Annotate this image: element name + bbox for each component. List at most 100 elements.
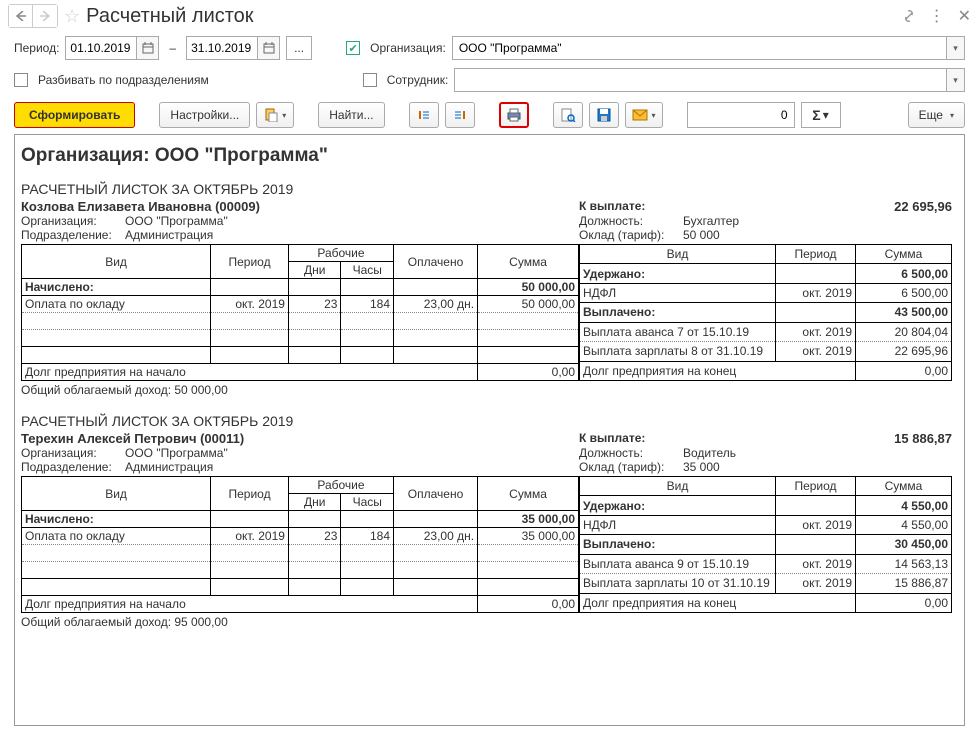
period-label: Период: [14, 41, 59, 55]
empty-row [22, 330, 579, 347]
title-actions: ⋮ ✕ [901, 6, 971, 26]
tax-income: Общий облагаемый доход: 50 000,00 [21, 381, 952, 399]
date-from-input[interactable] [66, 37, 136, 59]
payslip: РАСЧЕТНЫЙ ЛИСТОК ЗА ОКТЯБРЬ 2019 Козлова… [21, 181, 952, 399]
employee-dropdown[interactable]: ▾ [946, 69, 964, 91]
empty-row [22, 562, 579, 579]
email-button[interactable]: ▾ [625, 102, 663, 128]
payslip-title: РАСЧЕТНЫЙ ЛИСТОК ЗА ОКТЯБРЬ 2019 [21, 413, 952, 429]
report-scroll[interactable]: Организация: ООО "Программа" РАСЧЕТНЫЙ Л… [15, 135, 964, 725]
link-icon[interactable] [901, 8, 917, 24]
to-pay-label: К выплате: [579, 431, 709, 446]
org-dropdown[interactable]: ▾ [946, 37, 964, 59]
preview-button[interactable] [553, 102, 583, 128]
back-button[interactable] [9, 5, 33, 27]
org-input[interactable] [453, 37, 946, 59]
accrued-row: Оплата по окладуокт. 20192318423,00 дн.3… [22, 528, 579, 545]
document-search-icon [560, 108, 576, 122]
empty-row [22, 313, 579, 330]
org-label: Организация: [370, 41, 446, 55]
printer-icon [506, 108, 522, 122]
date-to-picker[interactable] [257, 37, 279, 59]
employee-checkbox[interactable] [363, 73, 377, 87]
sum-input[interactable] [687, 102, 795, 128]
paidout-total-row: Выплачено:30 450,00 [580, 535, 952, 554]
form-button[interactable]: Сформировать [14, 102, 135, 128]
calendar-icon [142, 42, 154, 54]
toolbar: Сформировать Настройки... ▾ Найти... ▾ Σ… [0, 96, 979, 134]
to-pay-label: К выплате: [579, 199, 709, 214]
org-label: Организация: [21, 214, 125, 228]
position-label: Должность: [579, 446, 683, 460]
dept-label: Подразделение: [21, 460, 125, 474]
paste-icon [264, 108, 278, 122]
right-table: ВидПериодСумма Удержано:6 500,00 НДФЛокт… [579, 244, 952, 381]
close-icon[interactable]: ✕ [958, 6, 971, 26]
position-value: Водитель [683, 446, 952, 460]
withheld-row: НДФЛокт. 20194 550,00 [580, 515, 952, 534]
titlebar: ☆ Расчетный листок ⋮ ✕ [0, 0, 979, 32]
dept-value: Администрация [125, 460, 579, 474]
payout-row: Выплата аванса 9 от 15.10.19окт. 201914 … [580, 554, 952, 573]
employee-name: Козлова Елизавета Ивановна (00009) [21, 199, 579, 214]
right-table: ВидПериодСумма Удержано:4 550,00 НДФЛокт… [579, 476, 952, 613]
payout-row: Выплата зарплаты 10 от 31.10.19окт. 2019… [580, 574, 952, 593]
period-choose-button[interactable]: ... [286, 36, 312, 60]
payslip: РАСЧЕТНЫЙ ЛИСТОК ЗА ОКТЯБРЬ 2019 Терехин… [21, 413, 952, 631]
salary-value: 50 000 [683, 228, 952, 242]
print-button[interactable] [499, 102, 529, 128]
position-label: Должность: [579, 214, 683, 228]
settings-button[interactable]: Настройки... [159, 102, 250, 128]
filter-row-1: Период: – ... ✔ Организация: ▾ [0, 32, 979, 64]
left-table: ВидПериодРабочиеОплаченоСумма ДниЧасы На… [21, 244, 579, 381]
payslip-title: РАСЧЕТНЫЙ ЛИСТОК ЗА ОКТЯБРЬ 2019 [21, 181, 952, 197]
favorite-star-icon[interactable]: ☆ [64, 6, 80, 27]
page-title: Расчетный листок [86, 5, 900, 28]
variants-button[interactable]: ▾ [256, 102, 294, 128]
date-to [186, 36, 280, 60]
paidout-total-row: Выплачено:43 500,00 [580, 303, 952, 322]
empty-row [22, 545, 579, 562]
position-value: Бухгалтер [683, 214, 952, 228]
date-from [65, 36, 159, 60]
forward-button[interactable] [33, 5, 57, 27]
nav-group [8, 4, 58, 28]
empty-row [22, 347, 579, 364]
report-org-header: Организация: ООО "Программа" [21, 145, 952, 167]
envelope-icon [632, 109, 648, 121]
withheld-row: НДФЛокт. 20196 500,00 [580, 283, 952, 302]
salary-label: Оклад (тариф): [579, 460, 683, 474]
more-button[interactable]: Еще▾ [908, 102, 965, 128]
payout-row: Выплата аванса 7 от 15.10.19окт. 201920 … [580, 322, 952, 341]
expand-icon [417, 108, 431, 122]
collapse-button[interactable] [445, 102, 475, 128]
to-pay-amount: 15 886,87 [709, 431, 952, 446]
org-value: ООО "Программа" [125, 446, 579, 460]
date-from-picker[interactable] [136, 37, 158, 59]
more-menu-icon[interactable]: ⋮ [929, 6, 946, 26]
payout-row: Выплата зарплаты 8 от 31.10.19окт. 20192… [580, 342, 952, 361]
report-container: Организация: ООО "Программа" РАСЧЕТНЫЙ Л… [14, 134, 965, 726]
sigma-button[interactable]: Σ▾ [801, 102, 841, 128]
arrow-right-icon [39, 11, 51, 21]
dept-value: Администрация [125, 228, 579, 242]
org-label: Организация: [21, 446, 125, 460]
org-checkbox[interactable]: ✔ [346, 41, 360, 55]
employee-label: Сотрудник: [387, 73, 449, 87]
sigma-icon: Σ [812, 107, 820, 123]
date-to-input[interactable] [187, 37, 257, 59]
find-button[interactable]: Найти... [318, 102, 384, 128]
employee-name: Терехин Алексей Петрович (00011) [21, 431, 579, 446]
expand-button[interactable] [409, 102, 439, 128]
save-button[interactable] [589, 102, 619, 128]
tax-income: Общий облагаемый доход: 95 000,00 [21, 613, 952, 631]
split-depts-checkbox[interactable] [14, 73, 28, 87]
period-dash: – [169, 41, 176, 55]
employee-input[interactable] [455, 69, 946, 91]
arrow-left-icon [15, 11, 27, 21]
employee-combo: ▾ [454, 68, 965, 92]
floppy-icon [597, 108, 611, 122]
dept-label: Подразделение: [21, 228, 125, 242]
split-depts-label: Разбивать по подразделениям [38, 73, 209, 87]
salary-label: Оклад (тариф): [579, 228, 683, 242]
